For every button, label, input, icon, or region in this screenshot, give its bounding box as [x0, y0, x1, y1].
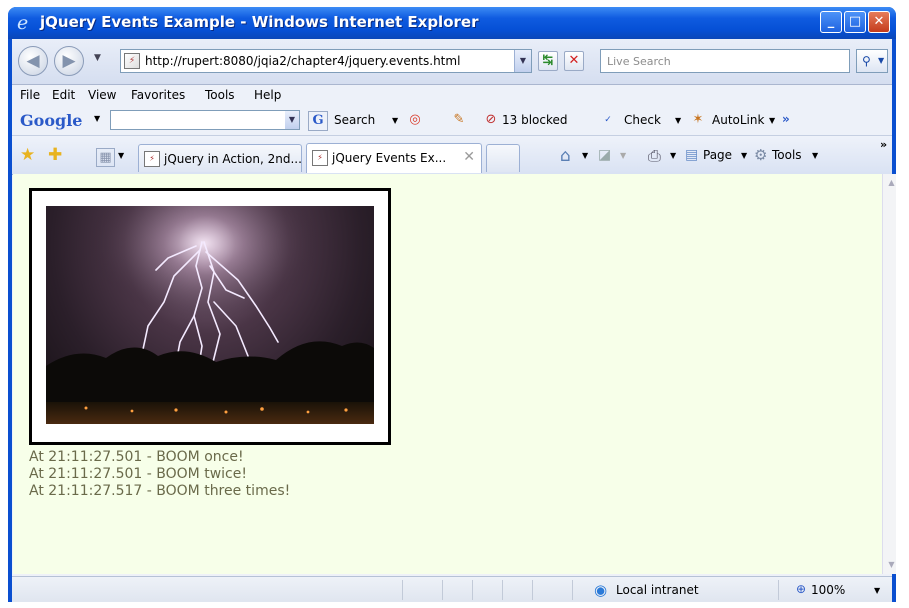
address-toolbar: ◀ ▶ ▼ ⚡ http://rupert:8080/jqia2/chapter…	[12, 39, 892, 85]
close-button[interactable]: ✕	[868, 11, 890, 33]
event-log: At 21:11:27.501 - BOOM once! At 21:11:27…	[29, 449, 290, 500]
intranet-globe-icon: ◉	[594, 581, 608, 599]
tab-label: jQuery Events Ex...	[332, 151, 447, 165]
tab-label: jQuery in Action, 2nd...	[164, 152, 302, 166]
menu-view[interactable]: View	[88, 88, 116, 102]
tab-jquery-events[interactable]: ⚡ jQuery Events Ex... ✕	[306, 143, 482, 173]
feeds-icon[interactable]: ◪	[598, 147, 611, 163]
google-search-button[interactable]: Search	[334, 113, 375, 127]
vertical-scrollbar[interactable]: ▲ ▼	[882, 174, 896, 574]
menu-help[interactable]: Help	[254, 88, 281, 102]
status-bar: ◉ Local intranet ⊕ 100% ▼	[12, 576, 892, 602]
page-content: At 21:11:27.501 - BOOM once! At 21:11:27…	[13, 174, 891, 574]
search-input[interactable]: Live Search	[600, 49, 850, 73]
tab-page-icon: ⚡	[144, 151, 160, 167]
status-divider	[472, 580, 473, 600]
google-menu-dropdown-icon[interactable]: ▼	[94, 114, 100, 123]
autolink-dropdown-icon[interactable]: ▼	[769, 116, 775, 125]
log-line: At 21:11:27.501 - BOOM once!	[29, 449, 244, 465]
forward-button[interactable]: ▶	[54, 46, 84, 76]
browser-chrome: ◀ ▶ ▼ ⚡ http://rupert:8080/jqia2/chapter…	[12, 39, 896, 602]
log-line: At 21:11:27.517 - BOOM three times!	[29, 483, 291, 499]
back-button[interactable]: ◀	[18, 46, 48, 76]
tools-gear-icon[interactable]: ⚙	[754, 146, 767, 164]
favorites-star-icon[interactable]: ★	[20, 145, 35, 165]
check-button[interactable]: Check	[624, 113, 661, 127]
lightning-photo-graphic	[46, 206, 374, 424]
search-button[interactable]: ⚲ ▼	[856, 49, 888, 73]
status-divider	[572, 580, 573, 600]
menu-favorites[interactable]: Favorites	[131, 88, 185, 102]
status-divider	[502, 580, 503, 600]
search-dropdown-icon[interactable]: ▼	[392, 116, 398, 125]
autolink-button[interactable]: AutoLink	[712, 113, 764, 127]
image-frame	[29, 188, 391, 445]
security-zone[interactable]: Local intranet	[616, 583, 699, 597]
status-divider	[402, 580, 403, 600]
window-title: jQuery Events Example - Windows Internet…	[40, 13, 479, 31]
google-search-input[interactable]: ▼	[110, 110, 300, 130]
pagerank-icon[interactable]: ◎	[406, 111, 424, 129]
bookmark-icon[interactable]: ✎	[450, 111, 468, 129]
zoom-dropdown-icon[interactable]: ▼	[874, 586, 880, 595]
google-toolbar: Google ▼ ▼ G Search ▼ ◎ ✎ ⊘ 13 blocked ✓…	[12, 105, 892, 136]
add-favorite-icon[interactable]: ✚	[48, 145, 62, 165]
check-dropdown-icon[interactable]: ▼	[675, 116, 681, 125]
print-icon[interactable]: ⎙	[648, 146, 661, 166]
page-menu-button[interactable]: Page	[703, 148, 732, 162]
google-logo[interactable]: Google	[20, 111, 82, 130]
google-search-icon[interactable]: G	[308, 111, 328, 131]
autolink-icon[interactable]: ✶	[689, 111, 707, 129]
url-dropdown-icon[interactable]: ▼	[514, 50, 531, 72]
status-divider	[442, 580, 443, 600]
google-search-dropdown-icon[interactable]: ▼	[285, 111, 299, 129]
url-text: http://rupert:8080/jqia2/chapter4/jquery…	[145, 54, 461, 68]
search-placeholder: Live Search	[607, 55, 671, 68]
refresh-icon[interactable]: ↹	[538, 51, 558, 71]
tools-dropdown-icon[interactable]: ▼	[812, 151, 818, 160]
home-dropdown-icon[interactable]: ▼	[582, 151, 588, 160]
more-tools-chevron-icon[interactable]: »	[782, 112, 790, 126]
tab-page-icon: ⚡	[312, 150, 328, 166]
menu-file[interactable]: File	[20, 88, 40, 102]
menu-bar: File Edit View Favorites Tools Help	[12, 85, 892, 105]
popups-blocked-count[interactable]: 13 blocked	[502, 113, 568, 127]
zoom-level[interactable]: 100%	[811, 583, 845, 597]
feeds-dropdown-icon[interactable]: ▼	[620, 151, 626, 160]
popup-blocker-icon[interactable]: ⊘	[482, 111, 500, 129]
zoom-icon[interactable]: ⊕	[796, 582, 806, 596]
page-icon[interactable]: ▤	[685, 147, 698, 163]
page-dropdown-icon[interactable]: ▼	[741, 151, 747, 160]
url-field[interactable]: ⚡ http://rupert:8080/jqia2/chapter4/jque…	[120, 49, 532, 73]
lightning-photo[interactable]	[46, 206, 374, 424]
tab-list-dropdown-icon[interactable]: ▼	[118, 151, 124, 160]
tab-bar: ★ ✚ ▦ ▼ ⚡ jQuery in Action, 2nd... ⚡ jQu…	[12, 136, 892, 175]
home-icon[interactable]: ⌂	[560, 146, 571, 166]
scroll-down-icon[interactable]: ▼	[884, 557, 896, 573]
history-dropdown-icon[interactable]: ▼	[94, 53, 101, 63]
stop-icon[interactable]: ✕	[564, 51, 584, 71]
minimize-button[interactable]: _	[820, 11, 842, 33]
scroll-up-icon[interactable]: ▲	[884, 175, 896, 191]
menu-tools[interactable]: Tools	[205, 88, 235, 102]
spellcheck-icon[interactable]: ✓	[599, 111, 617, 129]
title-bar[interactable]: e jQuery Events Example - Windows Intern…	[8, 7, 896, 39]
log-line: At 21:11:27.501 - BOOM twice!	[29, 466, 247, 482]
tab-close-icon[interactable]: ✕	[463, 149, 475, 165]
search-options-dropdown-icon[interactable]: ▼	[878, 50, 884, 72]
magnifier-icon: ⚲	[862, 54, 871, 68]
status-divider	[532, 580, 533, 600]
ie-logo-icon: e	[17, 12, 29, 34]
menu-edit[interactable]: Edit	[52, 88, 75, 102]
command-overflow-chevron-icon[interactable]: »	[880, 138, 887, 151]
maximize-button[interactable]: □	[844, 11, 866, 33]
new-tab-button[interactable]	[486, 144, 520, 172]
print-dropdown-icon[interactable]: ▼	[670, 151, 676, 160]
quick-tabs-icon[interactable]: ▦	[96, 148, 115, 167]
tab-jquery-in-action[interactable]: ⚡ jQuery in Action, 2nd...	[138, 144, 302, 172]
status-divider	[778, 580, 779, 600]
browser-window: e jQuery Events Example - Windows Intern…	[8, 7, 896, 602]
tools-menu-button[interactable]: Tools	[772, 148, 802, 162]
page-icon: ⚡	[124, 53, 140, 69]
